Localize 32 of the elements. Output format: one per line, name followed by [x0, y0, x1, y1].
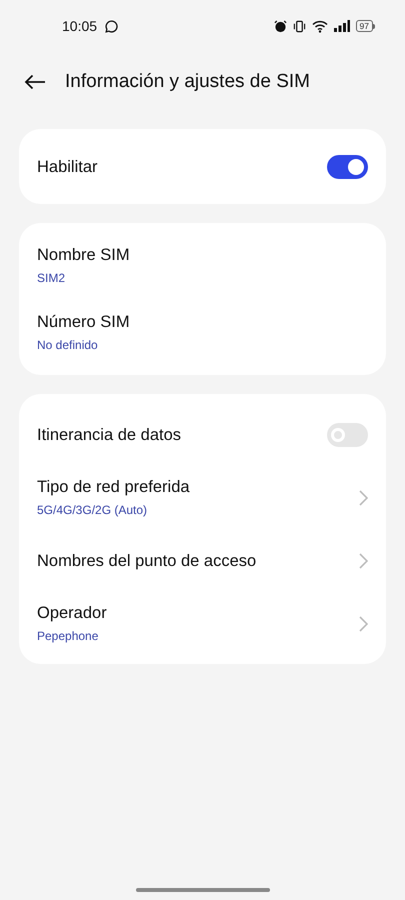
settings-row[interactable]: Operador Pepephone — [19, 592, 386, 655]
chevron-right-icon — [359, 490, 368, 506]
signal-icon — [334, 20, 350, 32]
settings-row[interactable]: Número SIM No definido — [19, 301, 386, 364]
toggle-switch[interactable] — [327, 422, 368, 446]
chevron-right-icon — [359, 552, 368, 568]
settings-row[interactable]: Nombres del punto de acceso — [19, 529, 386, 592]
row-value: SIM2 — [37, 270, 66, 287]
page-title: Información y ajustes de SIM — [65, 70, 310, 94]
toggle-switch[interactable] — [327, 154, 368, 178]
status-time: 10:05 — [62, 16, 98, 36]
back-arrow-icon[interactable] — [24, 74, 46, 90]
row-value: 5G/4G/3G/2G (Auto) — [37, 502, 148, 519]
row-label: Operador — [37, 603, 107, 624]
row-value: Pepephone — [37, 628, 100, 645]
settings-row[interactable]: Habilitar — [19, 135, 386, 198]
row-label: Itinerancia de datos — [37, 424, 182, 446]
row-label: Número SIM — [37, 312, 130, 333]
row-label: Nombre SIM — [37, 245, 130, 266]
row-value: No definido — [37, 337, 99, 354]
chat-bubble-icon — [105, 20, 118, 32]
settings-row[interactable]: Nombre SIM SIM2 — [19, 234, 386, 297]
settings-row[interactable]: Itinerancia de datos — [19, 403, 386, 466]
chevron-right-icon — [359, 616, 368, 632]
row-label: Nombres del punto de acceso — [37, 550, 256, 572]
wifi-icon — [312, 20, 328, 32]
alarm-icon — [274, 20, 287, 32]
row-label: Habilitar — [37, 156, 98, 178]
vibrate-icon — [292, 20, 306, 32]
row-label: Tipo de red preferida — [37, 477, 190, 498]
settings-row[interactable]: Tipo de red preferida 5G/4G/3G/2G (Auto) — [19, 466, 386, 529]
battery-indicator: 97 — [356, 20, 375, 32]
